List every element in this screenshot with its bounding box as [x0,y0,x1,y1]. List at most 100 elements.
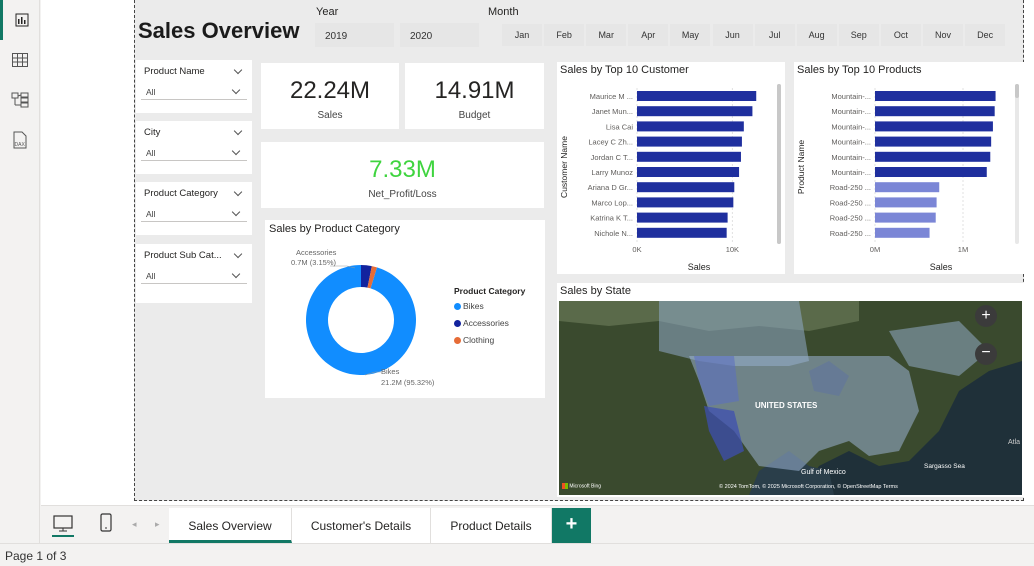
bar[interactable] [875,106,995,117]
dax-query-icon[interactable]: DAX [0,120,40,160]
month-jun-button[interactable]: Jun [712,24,753,46]
customer-bar-chart[interactable]: 0K 10K Maurice M ... Janet Mun... Lisa Cai La… [557,62,785,274]
product-category-donut-card[interactable]: Sales by Product Category Accessories 0.… [265,220,545,398]
bar[interactable] [875,121,993,132]
svg-text:DAX: DAX [15,142,26,148]
chevron-down-icon[interactable] [233,249,243,259]
scrollbar[interactable] [1015,84,1019,244]
profit-label: Net_Profit/Loss [368,189,437,200]
bikes-data-label-value: 21.2M (95.32%) [381,378,435,387]
bar[interactable] [637,151,741,162]
top-customers-chart-card[interactable]: Sales by Top 10 Customer 0K 10K Maurice M … [557,62,785,274]
city-slicer[interactable]: City All [136,121,252,174]
mobile-icon [100,513,112,532]
chevron-down-icon[interactable] [233,65,243,75]
bar[interactable] [875,182,940,193]
year-2020-button[interactable]: 2020 [400,23,479,47]
bar[interactable] [637,167,740,177]
month-nov-button[interactable]: Nov [923,24,963,46]
bar[interactable] [637,121,744,132]
category-label: Maurice M ... [590,92,633,101]
sales-kpi-card[interactable]: 22.24M Sales [261,63,399,129]
month-may-button[interactable]: May [670,24,711,46]
month-sep-button[interactable]: Sep [838,24,879,46]
report-view-icon[interactable] [0,0,40,40]
budget-kpi-card[interactable]: 14.91M Budget [405,63,544,129]
desktop-layout-button[interactable] [52,512,74,538]
bar[interactable] [875,136,992,147]
legend-label: Bikes [463,301,484,311]
month-jan-button[interactable]: Jan [502,24,542,46]
bar[interactable] [637,197,734,208]
view-rail: DAX [0,0,40,543]
bar[interactable] [637,91,757,101]
category-label: Road-250 ... [830,198,871,207]
bar[interactable] [875,212,936,223]
bar[interactable] [875,197,937,208]
desktop-icon [52,515,74,537]
month-mar-button[interactable]: Mar [586,24,627,46]
legend-item-clothing[interactable]: Clothing [454,335,494,345]
product-name-slicer[interactable]: Product Name All [136,60,252,113]
donut-chart[interactable] [265,220,545,398]
legend-marker-icon [454,337,461,344]
sales-by-state-map-card[interactable]: Sales by State UNITED STATES Gulf of Mex… [557,283,1024,497]
scrollbar-thumb[interactable] [777,84,781,244]
zoom-in-button[interactable]: + [975,305,997,327]
slicer-dropdown[interactable]: All [141,206,247,222]
product-bar-chart[interactable]: 0M 1M Mountain-... Mountain-... Mountain-...… [794,62,1024,274]
slicer-dropdown[interactable]: All [141,268,247,284]
scrollbar-thumb[interactable] [1015,84,1019,98]
bar[interactable] [637,227,727,238]
legend-marker-icon [454,303,461,310]
top-products-chart-card[interactable]: Sales by Top 10 Products 0M 1M Mountain-..… [794,62,1024,274]
bar[interactable] [637,182,735,193]
month-dec-button[interactable]: Dec [965,24,1006,46]
month-jul-button[interactable]: Jul [754,24,795,46]
model-view-icon[interactable] [0,80,40,120]
bar[interactable] [637,106,753,117]
product-sub-category-slicer[interactable]: Product Sub Cat... All [136,244,252,303]
zoom-out-button[interactable]: − [975,343,997,365]
mobile-layout-button[interactable] [99,512,113,534]
category-label: Mountain-... [831,122,871,131]
profit-kpi-card[interactable]: 7.33M Net_Profit/Loss [261,142,544,208]
legend-item-accessories[interactable]: Accessories [454,318,509,328]
bar[interactable] [875,91,996,101]
prev-page-icon[interactable]: ◂ [132,519,137,530]
bar[interactable] [875,167,987,177]
add-page-button[interactable]: + [552,508,591,543]
sales-value: 22.24M [289,77,371,104]
map-attribution[interactable]: © 2024 TomTom, © 2025 Microsoft Corporat… [719,484,898,490]
slicer-dropdown[interactable]: All [141,84,247,100]
slicer-dropdown[interactable]: All [141,145,247,161]
chevron-down-icon[interactable] [233,126,243,136]
x-axis-title: Sales [930,262,953,272]
bar[interactable] [637,136,742,147]
chevron-down-icon[interactable] [233,187,243,197]
tab-product-details[interactable]: Product Details [431,508,552,543]
bar[interactable] [637,212,728,223]
table-view-icon[interactable] [0,40,40,80]
tab-customers-details[interactable]: Customer's Details [292,508,431,543]
month-apr-button[interactable]: Apr [628,24,669,46]
product-category-slicer[interactable]: Product Category All [136,182,252,235]
category-label: Road-250 ... [830,229,871,238]
category-label: Road-250 ... [830,183,871,192]
category-label: Mountain-... [831,168,871,177]
x-tick-label: 1M [958,245,968,254]
bar[interactable] [875,227,930,238]
year-2019-button[interactable]: 2019 [315,23,394,47]
bar[interactable] [875,151,991,162]
map-title: Sales by State [560,285,631,297]
map-area[interactable]: UNITED STATES Gulf of Mexico Sargasso Se… [559,301,1022,495]
month-feb-button[interactable]: Feb [544,24,585,46]
month-filter-label: Month [488,6,519,18]
month-aug-button[interactable]: Aug [796,24,837,46]
next-page-icon[interactable]: ▸ [155,519,160,530]
y-axis-title: Customer Name [559,136,569,198]
tab-sales-overview[interactable]: Sales Overview [169,508,292,543]
bing-logo-icon [562,483,568,489]
month-oct-button[interactable]: Oct [880,24,921,46]
legend-item-bikes[interactable]: Bikes [454,301,484,311]
